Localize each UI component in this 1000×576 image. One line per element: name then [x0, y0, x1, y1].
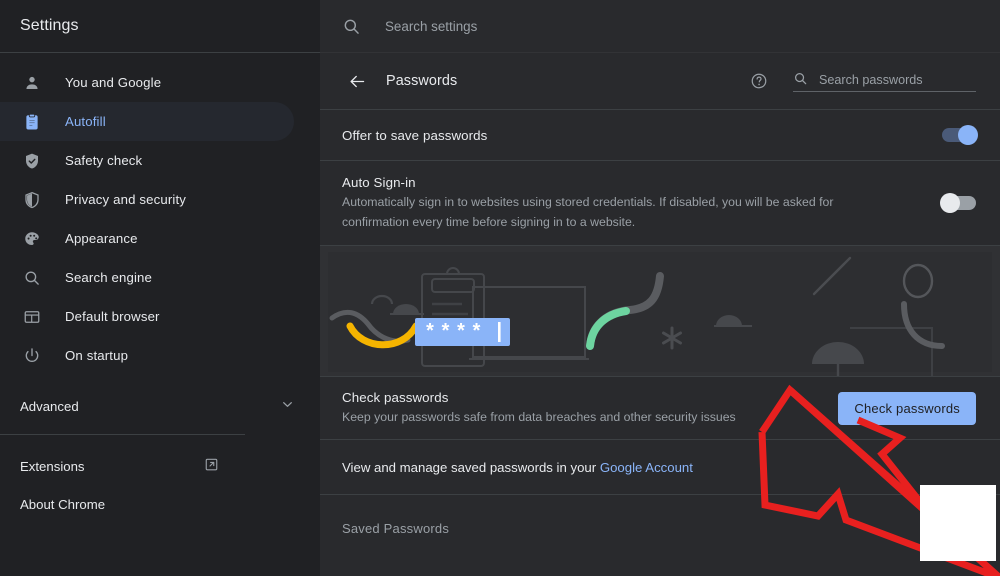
check-passwords-text: Check passwords Keep your passwords safe… [342, 390, 736, 427]
sidebar-item-advanced[interactable]: Advanced [0, 384, 320, 428]
sidebar-item-label: Default browser [65, 309, 160, 324]
power-icon [21, 345, 43, 367]
clipboard-icon [21, 111, 43, 133]
manage-passwords-row: View and manage saved passwords in your … [320, 440, 1000, 494]
sidebar-nav: You and Google Autofill Safety check Pri… [0, 53, 320, 375]
browser-window-icon [21, 306, 43, 328]
offer-to-save-toggle[interactable] [942, 125, 978, 145]
settings-topbar [320, 0, 1000, 52]
check-passwords-description: Keep your passwords safe from data breac… [342, 409, 736, 424]
help-circle-icon[interactable] [745, 67, 773, 95]
sidebar-item-privacy-and-security[interactable]: Privacy and security [0, 180, 294, 219]
sidebar-item-safety-check[interactable]: Safety check [0, 141, 294, 180]
sidebar: Settings You and Google Autofill Safety … [0, 0, 320, 576]
sidebar-item-autofill[interactable]: Autofill [0, 102, 294, 141]
sidebar-item-appearance[interactable]: Appearance [0, 219, 294, 258]
sidebar-item-about-chrome[interactable]: About Chrome [0, 485, 245, 523]
search-icon [793, 71, 808, 86]
shield-icon [21, 189, 43, 211]
sidebar-item-default-browser[interactable]: Default browser [0, 297, 294, 336]
main-panel: Passwords [320, 0, 1000, 576]
auto-signin-text: Auto Sign-in Automatically sign in to we… [342, 175, 942, 232]
sidebar-item-label: You and Google [65, 75, 162, 90]
sidebar-item-you-and-google[interactable]: You and Google [0, 63, 294, 102]
search-icon [21, 267, 43, 289]
search-passwords-field[interactable] [793, 71, 976, 92]
toggle-knob [958, 125, 978, 145]
passwords-page: Passwords Search passwords Offer to save… [320, 52, 1000, 576]
arrow-left-icon[interactable] [342, 66, 372, 96]
sidebar-bottom-links: Extensions About Chrome [0, 435, 320, 523]
palette-icon [21, 228, 43, 250]
chevron-down-icon [281, 398, 294, 414]
sidebar-item-label: On startup [65, 348, 129, 363]
password-check-illustration: **** [320, 246, 1000, 376]
sidebar-item-search-engine[interactable]: Search engine [0, 258, 294, 297]
check-passwords-title: Check passwords [342, 389, 449, 405]
auto-signin-toggle[interactable] [940, 193, 976, 213]
offer-to-save-text: Offer to save passwords [342, 128, 942, 143]
white-redaction-box [920, 485, 996, 561]
sidebar-item-on-startup[interactable]: On startup [0, 336, 294, 375]
saved-passwords-heading: Saved Passwords [342, 521, 450, 536]
manage-passwords-text: View and manage saved passwords in your [342, 459, 597, 475]
sidebar-item-label: Autofill [65, 114, 106, 129]
offer-to-save-passwords-row[interactable]: Offer to save passwords [320, 110, 1000, 160]
sidebar-advanced-label: Advanced [20, 398, 79, 414]
auto-signin-description: Automatically sign in to websites using … [342, 194, 834, 229]
sidebar-item-label: About Chrome [20, 496, 106, 512]
sidebar-item-label: Privacy and security [65, 192, 186, 207]
google-account-link[interactable]: Google Account [600, 460, 693, 475]
page-header-actions [745, 67, 976, 95]
search-settings-input[interactable] [385, 18, 805, 34]
check-passwords-row: Check passwords Keep your passwords safe… [320, 377, 1000, 439]
person-icon [21, 72, 43, 94]
illustration-password-text: **** [424, 322, 486, 345]
sidebar-title: Settings [20, 17, 79, 34]
auto-signin-title: Auto Sign-in [342, 174, 416, 190]
page-title: Passwords [386, 73, 458, 89]
sidebar-item-extensions[interactable]: Extensions [0, 447, 245, 485]
search-passwords-input[interactable] [819, 72, 967, 87]
auto-signin-row[interactable]: Auto Sign-in Automatically sign in to we… [320, 161, 1000, 245]
sidebar-item-label: Appearance [65, 231, 138, 246]
settings-window: Settings You and Google Autofill Safety … [0, 0, 1000, 576]
external-link-icon [204, 457, 219, 475]
offer-to-save-title: Offer to save passwords [342, 127, 488, 143]
shield-check-icon [21, 150, 43, 172]
check-passwords-button[interactable]: Check passwords [838, 391, 976, 425]
sidebar-item-label: Safety check [65, 153, 143, 168]
passwords-page-header: Passwords [320, 53, 1000, 109]
toggle-knob [940, 193, 960, 213]
search-icon [342, 17, 361, 36]
sidebar-item-label: Search engine [65, 270, 152, 285]
sidebar-item-label: Extensions [20, 458, 85, 474]
illustration-graphic: **** [320, 246, 1000, 376]
